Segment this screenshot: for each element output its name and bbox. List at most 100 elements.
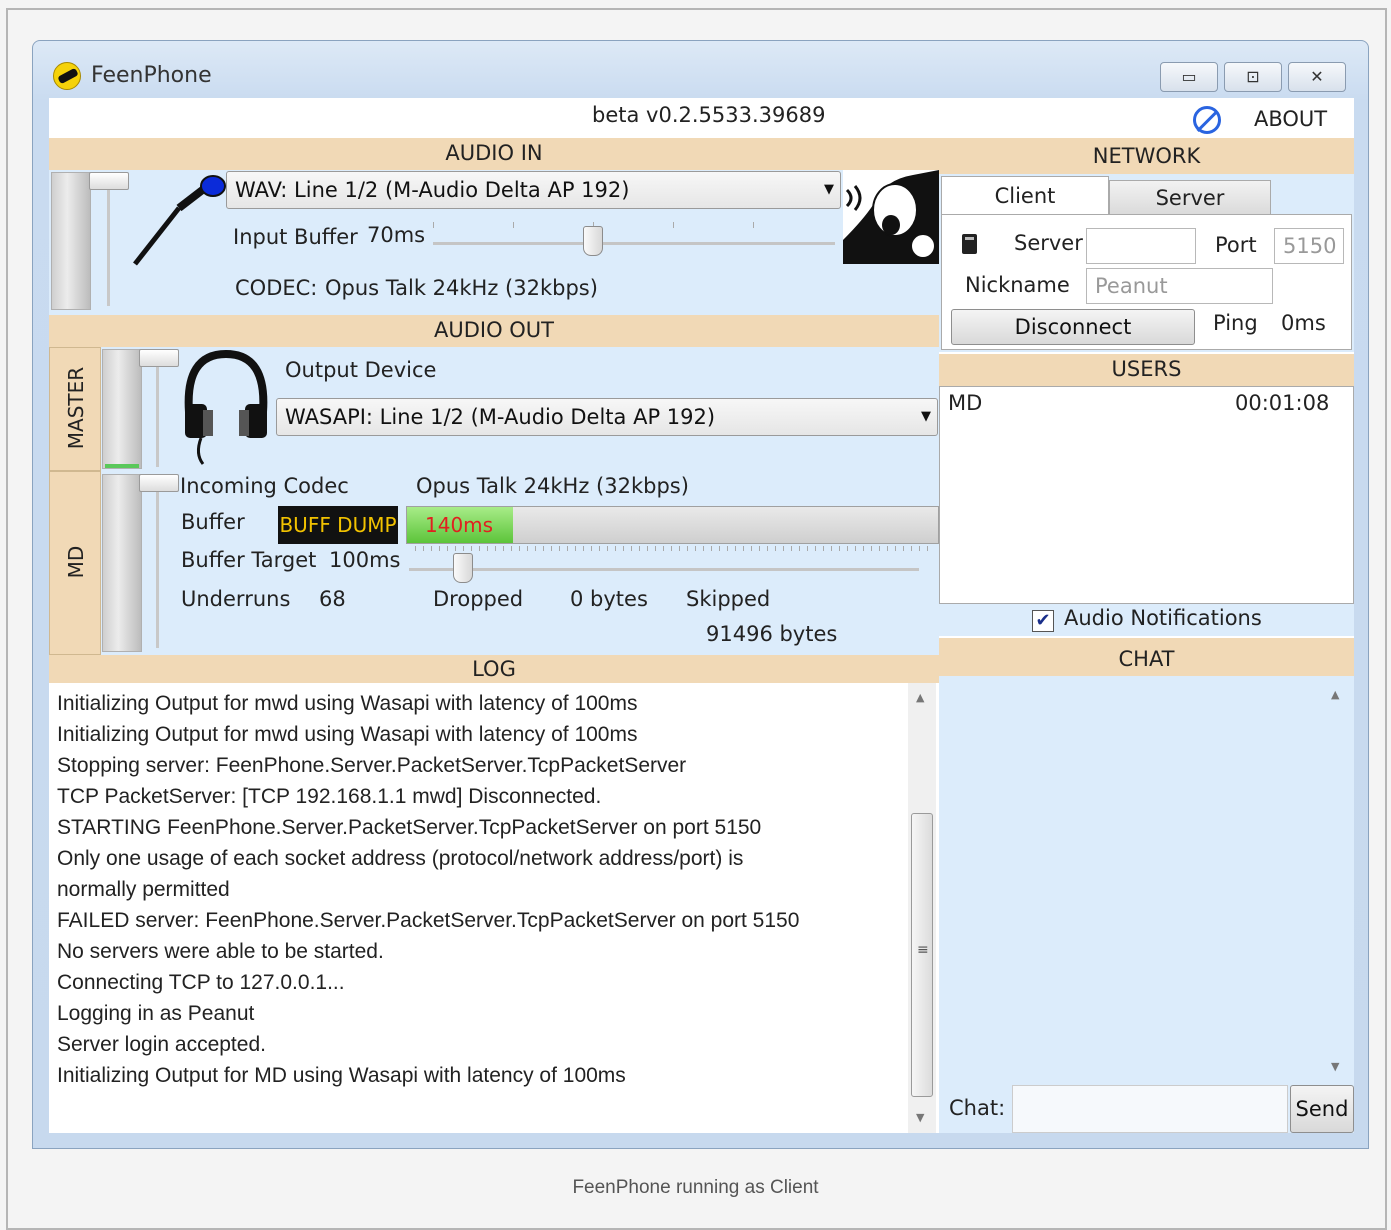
chat-label: Chat:: [949, 1096, 1006, 1120]
slider-tick: [513, 222, 514, 228]
codec-value: Opus Talk 24kHz (32kbps): [325, 276, 598, 300]
users-list[interactable]: MD 00:01:08: [939, 386, 1354, 604]
audio-in-level-meter: [51, 172, 91, 310]
skipped-value: 91496 bytes: [706, 622, 838, 646]
scroll-up-icon[interactable]: ▲: [1331, 688, 1339, 701]
log-line: STARTING FeenPhone.Server.PacketServer.T…: [57, 816, 762, 839]
log-line: normally permitted: [57, 878, 230, 901]
buffer-progress-bar: 140ms: [406, 506, 939, 544]
client-area: beta v0.2.5533.39689 ABOUT AUDIO IN WAV:…: [49, 98, 1354, 1133]
microphone-icon: [127, 174, 227, 274]
log-scrollbar[interactable]: ▲ ≡ ▼: [908, 683, 936, 1133]
log-header: LOG: [49, 655, 939, 683]
tab-server[interactable]: Server: [1109, 180, 1271, 216]
buffer-target-slider-thumb[interactable]: [453, 553, 473, 583]
input-device-value: WAV: Line 1/2 (M-Audio Delta AP 192): [235, 178, 630, 202]
log-line: FAILED server: FeenPhone.Server.PacketSe…: [57, 909, 800, 932]
disconnect-button[interactable]: Disconnect: [951, 309, 1195, 345]
log-line: Initializing Output for MD using Wasapi …: [57, 1064, 626, 1087]
slider-tick: [673, 222, 674, 228]
chevron-down-icon: ▼: [921, 409, 931, 424]
nickname-input[interactable]: Peanut: [1086, 268, 1273, 304]
chat-header: CHAT: [939, 638, 1354, 676]
port-label: Port: [1215, 233, 1257, 257]
incoming-codec-label: Incoming Codec: [180, 474, 349, 498]
output-device-select[interactable]: WASAPI: Line 1/2 (M-Audio Delta AP 192) …: [276, 398, 938, 436]
about-icon[interactable]: [1193, 106, 1221, 134]
log-line: Logging in as Peanut: [57, 1002, 255, 1025]
user-name[interactable]: MD: [948, 391, 982, 415]
audio-out-header: AUDIO OUT: [49, 315, 939, 347]
buff-dump-button[interactable]: BUFF DUMP: [278, 506, 398, 544]
buffer-target-slider[interactable]: [409, 568, 919, 571]
audio-in-header: AUDIO IN: [49, 138, 939, 170]
slider-tick: [433, 222, 434, 228]
log-line: TCP PacketServer: [TCP 192.168.1.1 mwd] …: [57, 785, 602, 808]
md-volume-track[interactable]: [156, 488, 159, 648]
users-header: USERS: [939, 354, 1354, 386]
log-scroll-thumb[interactable]: ≡: [911, 813, 933, 1097]
input-buffer-slider[interactable]: [433, 242, 835, 245]
close-button[interactable]: ✕: [1288, 62, 1346, 92]
log-line: Initializing Output for mwd using Wasapi…: [57, 723, 638, 746]
slider-tick: [753, 222, 754, 228]
window-title: FeenPhone: [91, 63, 212, 88]
server-label: Server: [1014, 231, 1083, 255]
dropped-value: 0 bytes: [570, 587, 648, 611]
input-buffer-value: 70ms: [367, 223, 426, 247]
title-bar[interactable]: FeenPhone ▭ ⊡ ✕: [33, 41, 1368, 99]
buffer-value: 140ms: [425, 513, 494, 537]
tab-client[interactable]: Client: [941, 176, 1109, 214]
server-icon: [962, 234, 977, 254]
skipped-label: Skipped: [686, 587, 771, 611]
scroll-down-icon[interactable]: ▼: [916, 1111, 924, 1124]
output-device-value: WASAPI: Line 1/2 (M-Audio Delta AP 192): [285, 405, 716, 429]
scroll-down-icon[interactable]: ▼: [1331, 1060, 1339, 1073]
dropped-label: Dropped: [433, 587, 524, 611]
underruns-value: 68: [319, 587, 346, 611]
buffer-target-ticks: [415, 546, 935, 551]
md-volume-thumb[interactable]: [139, 474, 179, 492]
ping-value: 0ms: [1281, 311, 1326, 335]
version-label: beta v0.2.5533.39689: [592, 103, 826, 127]
log-line: Connecting TCP to 127.0.0.1...: [57, 971, 345, 994]
md-label: MD: [64, 545, 88, 579]
master-volume-thumb[interactable]: [139, 349, 179, 367]
chat-input[interactable]: [1012, 1085, 1288, 1133]
buffer-target-label: Buffer Target: [181, 548, 317, 572]
server-address-input[interactable]: [1086, 228, 1196, 264]
maximize-button[interactable]: ⊡: [1224, 62, 1282, 92]
master-volume-track[interactable]: [156, 363, 159, 467]
log-line: Stopping server: FeenPhone.Server.Packet…: [57, 754, 687, 777]
input-volume-thumb[interactable]: [89, 172, 129, 190]
log-list[interactable]: Initializing Output for mwd using Wasapi…: [49, 683, 911, 1133]
caption: FeenPhone running as Client: [572, 1177, 819, 1198]
scroll-up-icon[interactable]: ▲: [916, 691, 924, 704]
master-channel-tab[interactable]: MASTER: [49, 347, 101, 471]
master-label: MASTER: [64, 366, 88, 450]
app-window: FeenPhone ▭ ⊡ ✕ beta v0.2.5533.39689 ABO…: [32, 40, 1369, 1149]
about-button[interactable]: ABOUT: [1254, 107, 1327, 131]
log-line: No servers were able to be started.: [57, 940, 384, 963]
chat-messages[interactable]: [939, 676, 1354, 1080]
log-line: Server login accepted.: [57, 1033, 266, 1056]
incoming-codec-value: Opus Talk 24kHz (32kbps): [416, 474, 689, 498]
network-header: NETWORK: [939, 138, 1354, 174]
input-buffer-label: Input Buffer: [233, 225, 358, 249]
underruns-label: Underruns: [181, 587, 291, 611]
log-line: Initializing Output for mwd using Wasapi…: [57, 692, 638, 715]
minimize-button[interactable]: ▭: [1160, 62, 1218, 92]
md-channel-tab[interactable]: MD: [49, 471, 101, 655]
output-device-label: Output Device: [285, 358, 437, 382]
feenphone-logo-icon: [53, 62, 81, 90]
codec-label: CODEC:: [235, 276, 318, 300]
input-device-select[interactable]: WAV: Line 1/2 (M-Audio Delta AP 192) ▼: [226, 171, 841, 209]
buffer-target-value: 100ms: [329, 548, 401, 572]
nickname-label: Nickname: [965, 273, 1070, 297]
input-buffer-slider-thumb[interactable]: [583, 226, 603, 256]
send-button[interactable]: Send: [1290, 1085, 1354, 1133]
port-input[interactable]: 5150: [1274, 228, 1344, 264]
master-level-meter: [102, 349, 142, 469]
input-volume-track[interactable]: [107, 188, 110, 306]
audio-notifications-checkbox[interactable]: ✔: [1032, 610, 1054, 632]
